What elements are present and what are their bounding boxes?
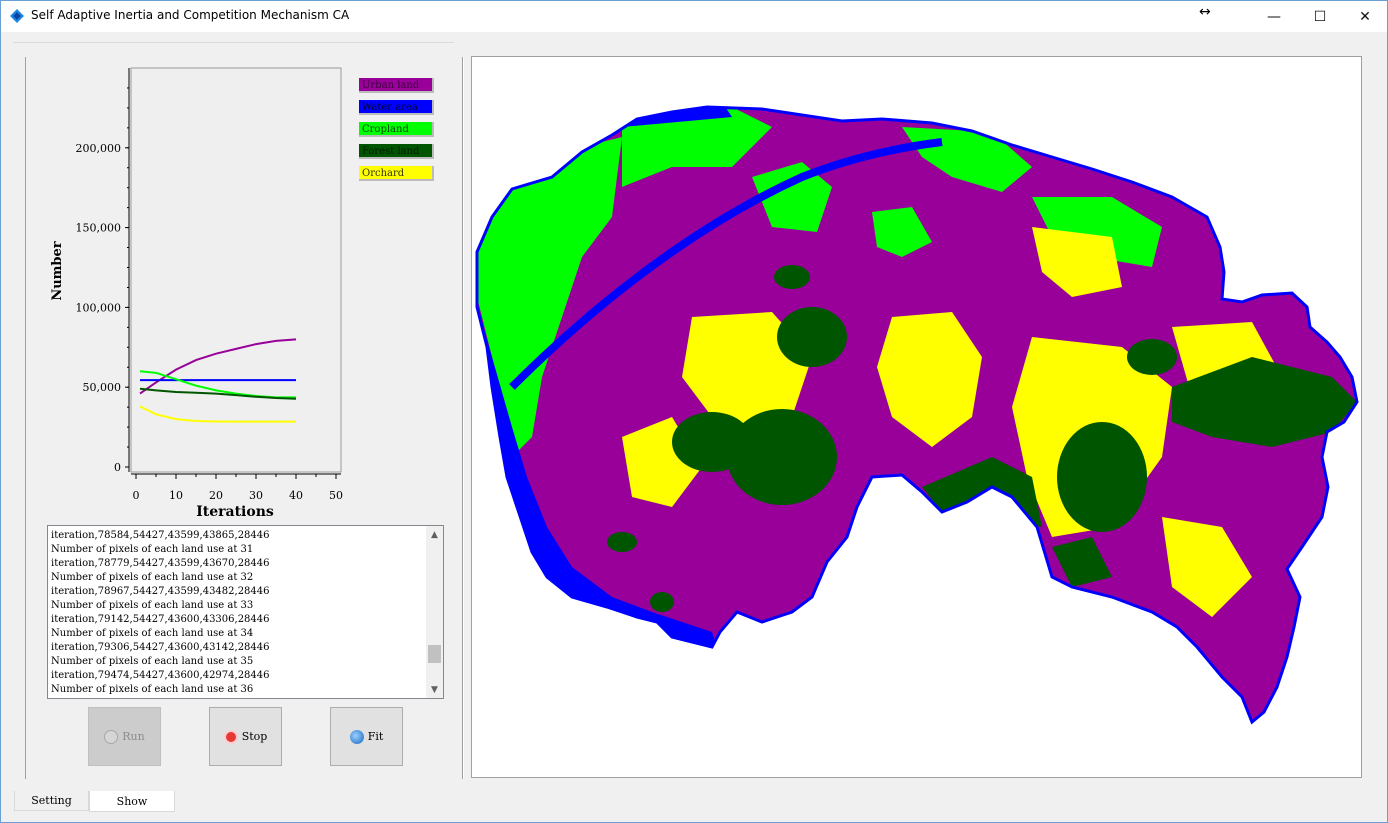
log-line: iteration,78584,54427,43599,43865,28446: [51, 530, 270, 541]
app-icon: [10, 9, 24, 23]
log-line: iteration,79306,54427,43600,43142,28446: [51, 642, 270, 653]
x-tick-label: 0: [133, 489, 140, 502]
close-button[interactable]: ✕: [1342, 1, 1388, 32]
x-axis-label: Iterations: [196, 504, 274, 520]
x-tick-label: 20: [209, 489, 223, 502]
minimize-button[interactable]: —: [1251, 1, 1297, 32]
window-title: Self Adaptive Inertia and Competition Me…: [31, 8, 350, 22]
y-tick-label: 100,000: [76, 301, 122, 314]
log-lines: iteration,78584,54427,43599,43865,28446 N…: [51, 529, 425, 697]
y-tick-label: 50,000: [83, 381, 122, 394]
log-line: iteration,78967,54427,43599,43482,28446: [51, 586, 270, 597]
tab-bar: Setting Show: [1, 791, 1387, 823]
run-icon: [104, 729, 119, 744]
stop-icon: [223, 729, 238, 744]
run-label: Run: [122, 730, 145, 743]
stop-button[interactable]: Stop: [209, 707, 282, 766]
resize-cursor-icon: ↔: [1199, 4, 1211, 20]
app-window: Self Adaptive Inertia and Competition Me…: [0, 0, 1388, 823]
fit-label: Fit: [367, 730, 384, 743]
log-line: Number of pixels of each land use at 34: [51, 628, 254, 639]
log-line: Number of pixels of each land use at 32: [51, 572, 254, 583]
chart-plot-area: [130, 67, 342, 473]
legend-item: Urban land: [359, 78, 434, 93]
legend-item: Forest land: [359, 144, 434, 159]
scroll-thumb[interactable]: [428, 645, 441, 663]
legend-item: Water area: [359, 100, 434, 115]
log-line: iteration,79142,54427,43600,43306,28446: [51, 614, 270, 625]
left-panel-border: [25, 57, 26, 779]
fit-button[interactable]: Fit: [330, 707, 403, 766]
x-tick-label: 50: [329, 489, 343, 502]
maximize-button[interactable]: ☐: [1297, 1, 1343, 32]
log-line: Number of pixels of each land use at 36: [51, 684, 254, 695]
y-tick-label: 0: [114, 461, 121, 474]
tab-setting[interactable]: Setting: [14, 791, 89, 811]
scroll-up-arrow-icon[interactable]: ▲: [426, 526, 443, 543]
log-scrollbar[interactable]: ▲ ▼: [426, 526, 443, 698]
y-tick-label: 150,000: [76, 222, 122, 235]
splitter[interactable]: [462, 57, 464, 779]
y-axis-label: Number: [50, 241, 65, 300]
tab-show[interactable]: Show: [89, 791, 175, 812]
legend-item: Cropland: [359, 122, 434, 137]
log-output[interactable]: iteration,78584,54427,43599,43865,28446 N…: [47, 525, 444, 699]
log-line: Number of pixels of each land use at 35: [51, 656, 254, 667]
stop-label: Stop: [241, 730, 268, 743]
log-line: iteration,79474,54427,43600,42974,28446: [51, 670, 270, 681]
run-button[interactable]: Run: [88, 707, 161, 766]
scroll-down-arrow-icon[interactable]: ▼: [426, 681, 443, 698]
y-tick-label: 200,000: [76, 142, 122, 155]
x-tick-label: 40: [289, 489, 303, 502]
log-line: Number of pixels of each land use at 31: [51, 544, 254, 555]
legend-item: Orchard: [359, 166, 434, 181]
land-use-map[interactable]: [472, 57, 1361, 777]
title-bar: Self Adaptive Inertia and Competition Me…: [1, 1, 1387, 32]
log-line: Number of pixels of each land use at 33: [51, 600, 254, 611]
globe-icon: [349, 729, 364, 744]
log-line: iteration,78779,54427,43599,43670,28446: [51, 558, 270, 569]
x-tick-label: 10: [169, 489, 183, 502]
x-tick-label: 30: [249, 489, 263, 502]
map-view[interactable]: [471, 56, 1362, 778]
